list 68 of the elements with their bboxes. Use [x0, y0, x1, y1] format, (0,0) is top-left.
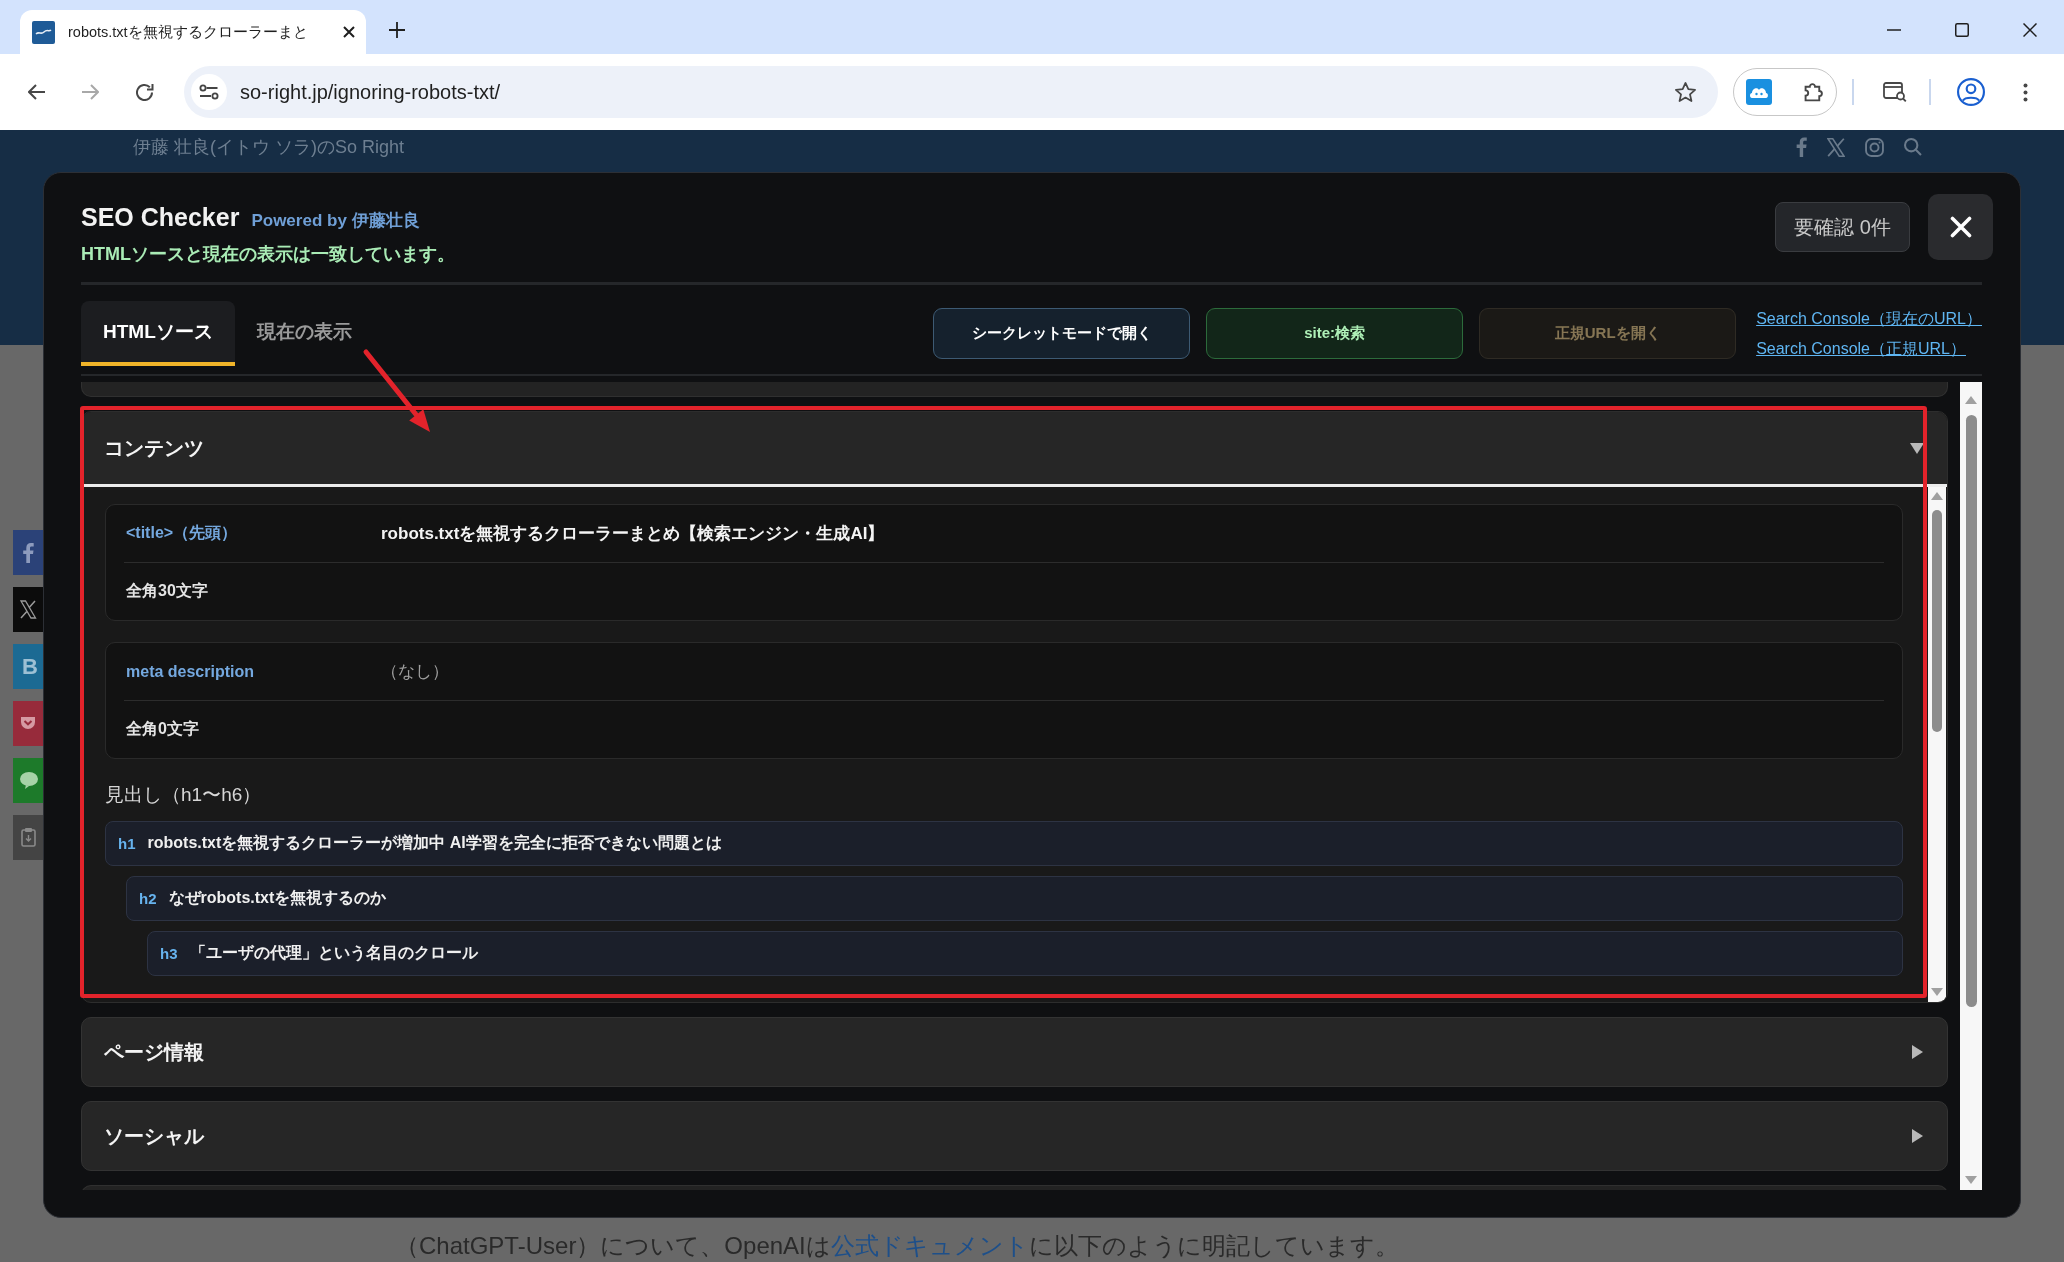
section-header[interactable]: ページ情報 [81, 1017, 1948, 1087]
plus-icon[interactable] [389, 22, 405, 38]
scroll-down-icon[interactable] [1931, 988, 1943, 996]
heading-level: h1 [118, 835, 136, 852]
section-header[interactable]: コンテンツ [82, 412, 1947, 487]
reload-icon[interactable] [136, 83, 154, 101]
headings-title: 見出し（h1〜h6） [105, 783, 263, 807]
facebook-icon[interactable] [1796, 137, 1807, 157]
search-console-link[interactable]: Search Console（現在のURL） [1756, 307, 1982, 330]
heading-text: 「ユーザの代理」という名目のクロール [189, 943, 478, 964]
site-favicon-icon [32, 20, 55, 44]
view-tab[interactable]: 現在の表示 [234, 301, 374, 366]
heading-text: robots.txtを無視するクローラーが増加中 AI学習を完全に拒否できない問題とは [147, 833, 722, 854]
close-icon[interactable] [2023, 23, 2037, 37]
scrollbar-thumb[interactable] [1932, 510, 1942, 732]
field-label: meta description [126, 662, 256, 681]
heading-text: なぜrobots.txtを無視するのか [168, 888, 387, 909]
status-message: HTMLソースと現在の表示は一致しています。 [81, 243, 455, 266]
scrollbar[interactable] [1960, 382, 1982, 1190]
heading-level: h2 [139, 890, 157, 907]
maximize-icon[interactable] [1955, 23, 1969, 37]
caret-icon[interactable] [1910, 1129, 1924, 1143]
heading-row[interactable]: h1 robots.txtを無視するクローラーが増加中 AI学習を完全に拒否できない問題とは [105, 821, 1903, 866]
menu-icon[interactable] [2023, 82, 2028, 102]
scrollbar[interactable] [1928, 487, 1946, 1002]
site-search-button[interactable]: site:検索 [1206, 308, 1464, 359]
forward-arrow-icon[interactable] [81, 84, 99, 100]
powered-by-label: Powered by 伊藤壮良 [251, 210, 420, 232]
heading-row[interactable]: h3 「ユーザの代理」という名目のクロール [147, 931, 1903, 976]
caret-icon[interactable] [1910, 441, 1924, 455]
close-button[interactable] [1928, 194, 1993, 260]
star-icon[interactable] [1675, 82, 1696, 102]
facebook-share-icon[interactable] [13, 530, 43, 575]
field-label: <title>（先頭） [126, 523, 239, 543]
profile-icon[interactable] [1957, 78, 1985, 106]
section-header[interactable]: ソーシャル [81, 1101, 1948, 1171]
heading-level: h3 [160, 945, 178, 962]
heading-row[interactable]: h2 なぜrobots.txtを無視するのか [126, 876, 1903, 921]
character-count: 全角30文字 [126, 581, 208, 601]
search-console-link[interactable]: Search Console（正規URL） [1756, 337, 1982, 360]
close-icon[interactable] [343, 26, 355, 38]
scroll-up-icon[interactable] [1965, 396, 1977, 404]
instagram-icon[interactable] [1865, 137, 1884, 157]
scroll-down-icon[interactable] [1965, 1176, 1977, 1184]
field-value: （なし） [381, 661, 449, 683]
site-info-icon[interactable] [191, 74, 227, 110]
dialog-title: SEO Checker [81, 202, 240, 233]
window-search-icon[interactable] [1883, 82, 1907, 102]
review-count-button[interactable]: 要確認 0件 [1775, 202, 1910, 252]
back-arrow-icon[interactable] [28, 84, 46, 100]
puzzle-icon[interactable] [1804, 82, 1824, 102]
cloud-face-icon[interactable] [1746, 79, 1772, 105]
pocket-icon[interactable] [13, 701, 43, 746]
scroll-up-icon[interactable] [1931, 492, 1943, 500]
character-count: 全角0文字 [126, 719, 199, 739]
scrollbar-thumb[interactable] [1965, 415, 1977, 1007]
caret-icon[interactable] [1910, 1045, 1924, 1059]
speech-bubble-icon[interactable] [13, 758, 43, 803]
search-icon[interactable] [1904, 138, 1922, 156]
browser-tab[interactable]: robots.txtを無視するクローラーまと [20, 10, 366, 54]
field-value: robots.txtを無視するクローラーまとめ【検索エンジン・生成AI】 [381, 523, 885, 545]
clipboard-icon[interactable] [13, 815, 43, 860]
paragraph: （ChatGPT-User）について、OpenAIは公式ドキュメント に以下のように明記しています。 [395, 1232, 1400, 1260]
view-tab[interactable]: HTMLソース [81, 301, 235, 366]
x-logo-icon[interactable] [1827, 137, 1845, 157]
address-field[interactable]: so-right.jp/ignoring-robots-txt/ [184, 66, 1718, 118]
incognito-button[interactable]: シークレットモードで開く [933, 308, 1191, 359]
x-share-icon[interactable] [13, 587, 43, 632]
